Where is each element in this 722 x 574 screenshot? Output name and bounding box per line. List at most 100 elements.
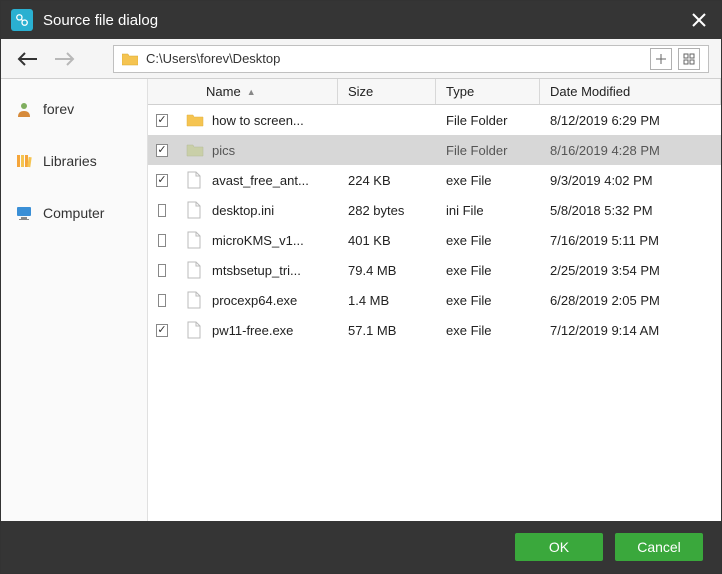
row-checkbox[interactable] [158, 234, 166, 247]
row-type: File Folder [436, 143, 540, 158]
row-checkbox[interactable] [156, 114, 167, 127]
row-checkbox[interactable] [158, 264, 166, 277]
folder-icon [186, 111, 204, 129]
row-name: pics [212, 143, 235, 158]
row-date: 8/12/2019 6:29 PM [540, 113, 721, 128]
row-date: 2/25/2019 3:54 PM [540, 263, 721, 278]
row-date: 6/28/2019 2:05 PM [540, 293, 721, 308]
row-name-cell: pw11-free.exe [176, 321, 338, 339]
toolbar: C:\Users\forev\Desktop [1, 39, 721, 79]
file-row[interactable]: avast_free_ant...224 KBexe File9/3/2019 … [148, 165, 721, 195]
row-checkbox-cell [148, 144, 176, 157]
plus-icon [655, 53, 667, 65]
row-name: avast_free_ant... [212, 173, 309, 188]
forward-button[interactable] [49, 44, 79, 74]
sidebar-item-label: Libraries [43, 153, 97, 169]
sidebar-item-user[interactable]: forev [1, 89, 147, 129]
file-row[interactable]: microKMS_v1... 401 KBexe File7/16/2019 5:… [148, 225, 721, 255]
file-list[interactable]: how to screen... File Folder8/12/2019 6:2… [148, 105, 721, 521]
row-checkbox[interactable] [156, 144, 167, 157]
row-checkbox[interactable] [156, 174, 167, 187]
sort-asc-icon: ▲ [247, 87, 256, 97]
row-name: mtsbsetup_tri... [212, 263, 301, 278]
computer-icon [15, 204, 33, 222]
row-size: 401 KB [338, 233, 436, 248]
libraries-icon [15, 152, 33, 170]
row-date: 7/12/2019 9:14 AM [540, 323, 721, 338]
file-icon [186, 171, 204, 189]
row-name-cell: microKMS_v1... [176, 231, 338, 249]
row-checkbox-cell [148, 324, 176, 337]
row-checkbox[interactable] [158, 294, 166, 307]
sidebar-item-computer[interactable]: Computer [1, 193, 147, 233]
footer: OK Cancel [1, 521, 721, 573]
row-name-cell: desktop.ini [176, 201, 338, 219]
header-type[interactable]: Type [436, 79, 540, 104]
row-checkbox[interactable] [158, 204, 166, 217]
file-row[interactable]: pics File Folder8/16/2019 4:28 PM [148, 135, 721, 165]
row-type: exe File [436, 233, 540, 248]
sidebar-item-label: Computer [43, 205, 104, 221]
row-checkbox-cell [148, 294, 176, 307]
app-icon [11, 9, 33, 31]
ok-button[interactable]: OK [515, 533, 603, 561]
file-icon [186, 261, 204, 279]
view-mode-button[interactable] [678, 48, 700, 70]
row-size: 1.4 MB [338, 293, 436, 308]
file-row[interactable]: mtsbsetup_tri... 79.4 MBexe File2/25/2019… [148, 255, 721, 285]
row-type: exe File [436, 293, 540, 308]
row-name-cell: how to screen... [176, 111, 338, 129]
sidebar-item-libraries[interactable]: Libraries [1, 141, 147, 181]
row-name: how to screen... [212, 113, 304, 128]
file-row[interactable]: how to screen... File Folder8/12/2019 6:2… [148, 105, 721, 135]
user-icon [15, 100, 33, 118]
source-file-dialog: Source file dialog C:\Users\forev\Deskto… [0, 0, 722, 574]
row-type: File Folder [436, 113, 540, 128]
row-name-cell: pics [176, 141, 338, 159]
file-icon [186, 321, 204, 339]
dialog-title: Source file dialog [43, 12, 687, 29]
row-name: procexp64.exe [212, 293, 297, 308]
cancel-button[interactable]: Cancel [615, 533, 703, 561]
close-button[interactable] [687, 8, 711, 32]
row-checkbox[interactable] [156, 324, 167, 337]
close-icon [692, 13, 706, 27]
file-icon [186, 291, 204, 309]
row-name-cell: procexp64.exe [176, 291, 338, 309]
dialog-body: forev Libraries Computer Name▲ [1, 79, 721, 521]
path-input[interactable]: C:\Users\forev\Desktop [113, 45, 709, 73]
row-date: 7/16/2019 5:11 PM [540, 233, 721, 248]
folder-icon [186, 141, 204, 159]
file-row[interactable]: pw11-free.exe 57.1 MBexe File7/12/2019 9:… [148, 315, 721, 345]
header-date[interactable]: Date Modified [540, 79, 721, 104]
row-size: 57.1 MB [338, 323, 436, 338]
new-folder-button[interactable] [650, 48, 672, 70]
header-name[interactable]: Name▲ [176, 79, 338, 104]
row-name: pw11-free.exe [212, 323, 293, 338]
row-type: exe File [436, 173, 540, 188]
column-headers: Name▲ Size Type Date Modified [148, 79, 721, 105]
header-checkbox[interactable] [148, 79, 176, 104]
row-size: 224 KB [338, 173, 436, 188]
file-row[interactable]: desktop.ini282 bytesini File5/8/2018 5:3… [148, 195, 721, 225]
row-name: microKMS_v1... [212, 233, 304, 248]
folder-icon [122, 52, 138, 66]
row-name: desktop.ini [212, 203, 274, 218]
row-date: 5/8/2018 5:32 PM [540, 203, 721, 218]
file-pane: Name▲ Size Type Date Modified how to scr… [148, 79, 721, 521]
sidebar-item-label: forev [43, 101, 74, 117]
grid-icon [683, 53, 695, 65]
back-button[interactable] [13, 44, 43, 74]
file-row[interactable]: procexp64.exe 1.4 MBexe File6/28/2019 2:0… [148, 285, 721, 315]
row-size: 282 bytes [338, 203, 436, 218]
header-size[interactable]: Size [338, 79, 436, 104]
path-text: C:\Users\forev\Desktop [146, 51, 644, 66]
arrow-left-icon [17, 51, 39, 67]
row-date: 8/16/2019 4:28 PM [540, 143, 721, 158]
row-checkbox-cell [148, 204, 176, 217]
row-type: exe File [436, 263, 540, 278]
row-checkbox-cell [148, 114, 176, 127]
file-icon [186, 231, 204, 249]
row-size: 79.4 MB [338, 263, 436, 278]
row-type: exe File [436, 323, 540, 338]
